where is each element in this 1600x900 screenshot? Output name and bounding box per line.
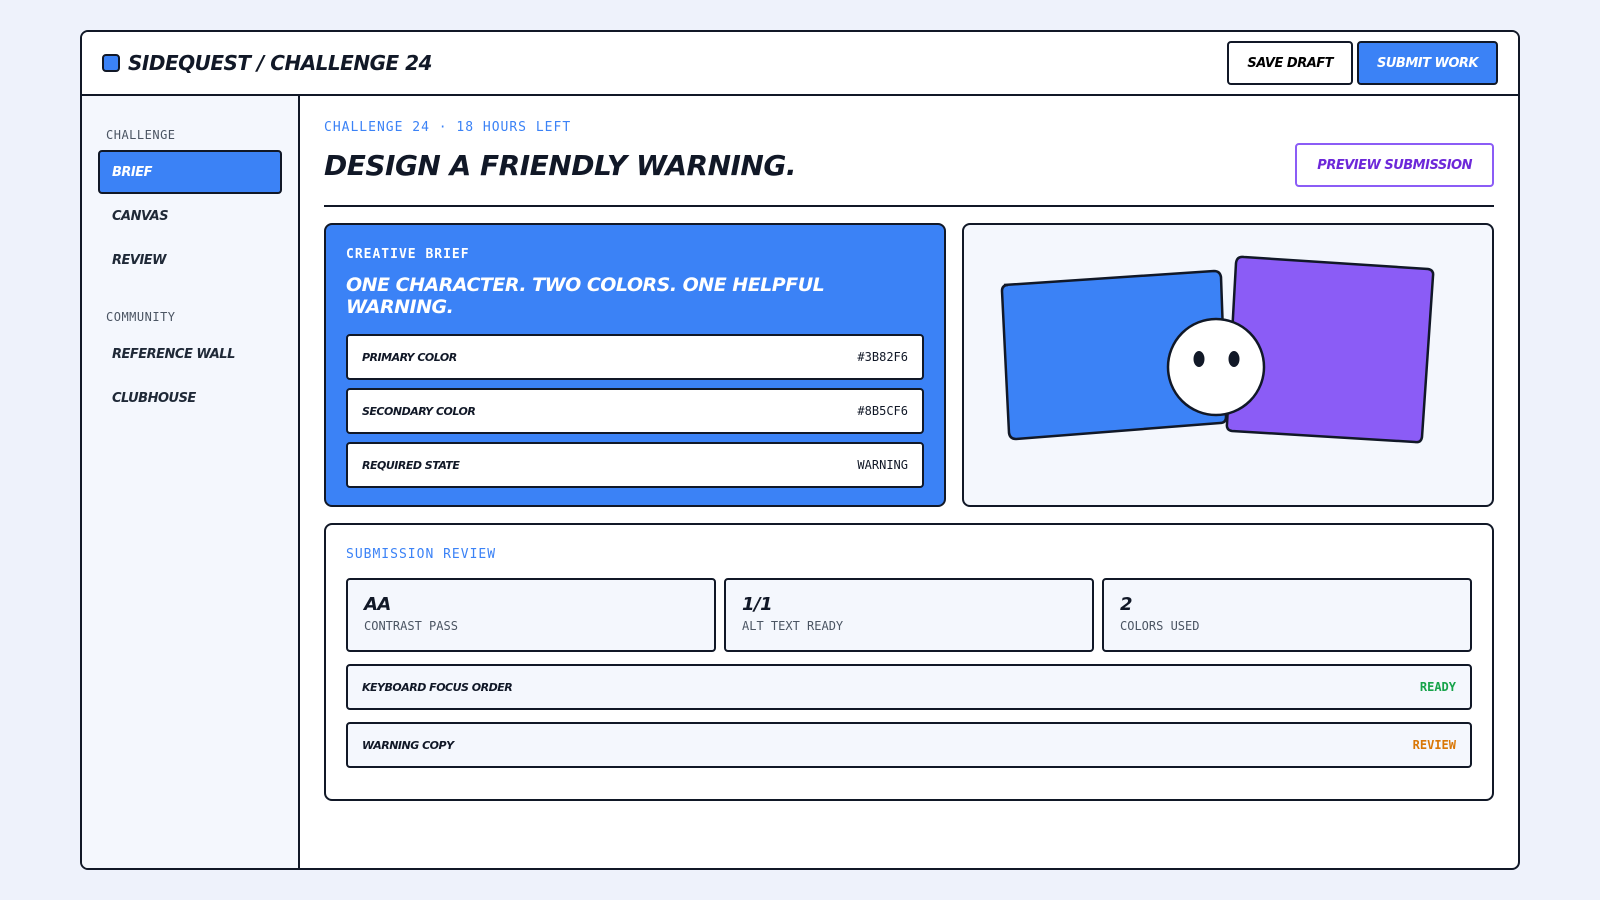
sidebar-item-brief[interactable]: BRIEF bbox=[98, 150, 282, 194]
stat-value: AA bbox=[364, 594, 391, 615]
spec-value: #3B82F6 bbox=[857, 350, 908, 364]
sidebar-heading: COMMUNITY bbox=[106, 310, 176, 324]
sidebar-group-challenge: CHALLENGE BRIEF CANVAS REVIEW bbox=[98, 128, 282, 282]
page-title: DESIGN A FRIENDLY WARNING. bbox=[324, 148, 796, 182]
status-badge: REVIEW bbox=[1412, 738, 1456, 752]
challenge-kicker: CHALLENGE 24 · 18 HOURS LEFT bbox=[324, 120, 572, 135]
check-row-keyboard-focus[interactable]: KEYBOARD FOCUS ORDER READY bbox=[346, 664, 1472, 710]
spec-label: PRIMARY COLOR bbox=[362, 350, 457, 364]
stat-contrast: AA CONTRAST PASS bbox=[346, 578, 716, 652]
sidebar-item-clubhouse[interactable]: CLUBHOUSE bbox=[98, 376, 282, 420]
stat-alt-text: 1/1 ALT TEXT READY bbox=[724, 578, 1094, 652]
page-title-row: DESIGN A FRIENDLY WARNING. PREVIEW SUBMI… bbox=[324, 143, 1494, 207]
top-row: CREATIVE BRIEF ONE CHARACTER. TWO COLORS… bbox=[324, 223, 1494, 507]
main-content: CHALLENGE 24 · 18 HOURS LEFT DESIGN A FR… bbox=[300, 96, 1518, 868]
spec-label: SECONDARY COLOR bbox=[362, 404, 476, 418]
preview-submission-button[interactable]: PREVIEW SUBMISSION bbox=[1295, 143, 1494, 187]
sidebar: CHALLENGE BRIEF CANVAS REVIEW COMMUNITY … bbox=[82, 96, 300, 868]
stat-colors-used: 2 COLORS USED bbox=[1102, 578, 1472, 652]
submission-review-card: SUBMISSION REVIEW AA CONTRAST PASS 1/1 A… bbox=[324, 523, 1494, 801]
sidebar-heading: CHALLENGE bbox=[106, 128, 176, 142]
spec-row-required-state: REQUIRED STATE WARNING bbox=[346, 442, 924, 488]
character-face-icon bbox=[1166, 317, 1266, 417]
spec-value: #8B5CF6 bbox=[857, 404, 908, 418]
character-preview-card bbox=[962, 223, 1494, 507]
check-label: KEYBOARD FOCUS ORDER bbox=[362, 680, 513, 694]
brief-headline: ONE CHARACTER. TWO COLORS. ONE HELPFUL W… bbox=[346, 274, 825, 318]
save-draft-button[interactable]: SAVE DRAFT bbox=[1227, 41, 1354, 85]
brief-label: CREATIVE BRIEF bbox=[346, 247, 470, 262]
status-badge: READY bbox=[1419, 680, 1456, 694]
check-label: WARNING COPY bbox=[362, 738, 454, 752]
app-window: SIDEQUEST / CHALLENGE 24 SAVE DRAFT SUBM… bbox=[80, 30, 1520, 870]
stat-label: CONTRAST PASS bbox=[364, 619, 458, 633]
sidebar-item-review[interactable]: REVIEW bbox=[98, 238, 282, 282]
spec-value: WARNING bbox=[857, 458, 908, 472]
stat-value: 1/1 bbox=[742, 594, 773, 615]
review-label: SUBMISSION REVIEW bbox=[346, 547, 497, 562]
spec-label: REQUIRED STATE bbox=[362, 458, 460, 472]
sidebar-group-community: COMMUNITY REFERENCE WALL CLUBHOUSE bbox=[98, 310, 282, 420]
app-title: SIDEQUEST / CHALLENGE 24 bbox=[128, 51, 432, 75]
character-illustration bbox=[1000, 255, 1435, 444]
top-bar: SIDEQUEST / CHALLENGE 24 SAVE DRAFT SUBM… bbox=[82, 32, 1518, 96]
check-row-warning-copy[interactable]: WARNING COPY REVIEW bbox=[346, 722, 1472, 768]
stat-label: COLORS USED bbox=[1120, 619, 1200, 633]
spec-row-secondary-color: SECONDARY COLOR #8B5CF6 bbox=[346, 388, 924, 434]
stats-row: AA CONTRAST PASS 1/1 ALT TEXT READY 2 CO… bbox=[346, 578, 1472, 652]
logo-icon bbox=[102, 54, 120, 72]
spec-row-primary-color: PRIMARY COLOR #3B82F6 bbox=[346, 334, 924, 380]
sidebar-item-canvas[interactable]: CANVAS bbox=[98, 194, 282, 238]
header-actions: SAVE DRAFT SUBMIT WORK bbox=[1227, 41, 1498, 85]
submit-work-button[interactable]: SUBMIT WORK bbox=[1357, 41, 1498, 85]
creative-brief-card: CREATIVE BRIEF ONE CHARACTER. TWO COLORS… bbox=[324, 223, 946, 507]
stat-value: 2 bbox=[1120, 594, 1133, 615]
stat-label: ALT TEXT READY bbox=[742, 619, 844, 633]
sidebar-item-reference-wall[interactable]: REFERENCE WALL bbox=[98, 332, 282, 376]
